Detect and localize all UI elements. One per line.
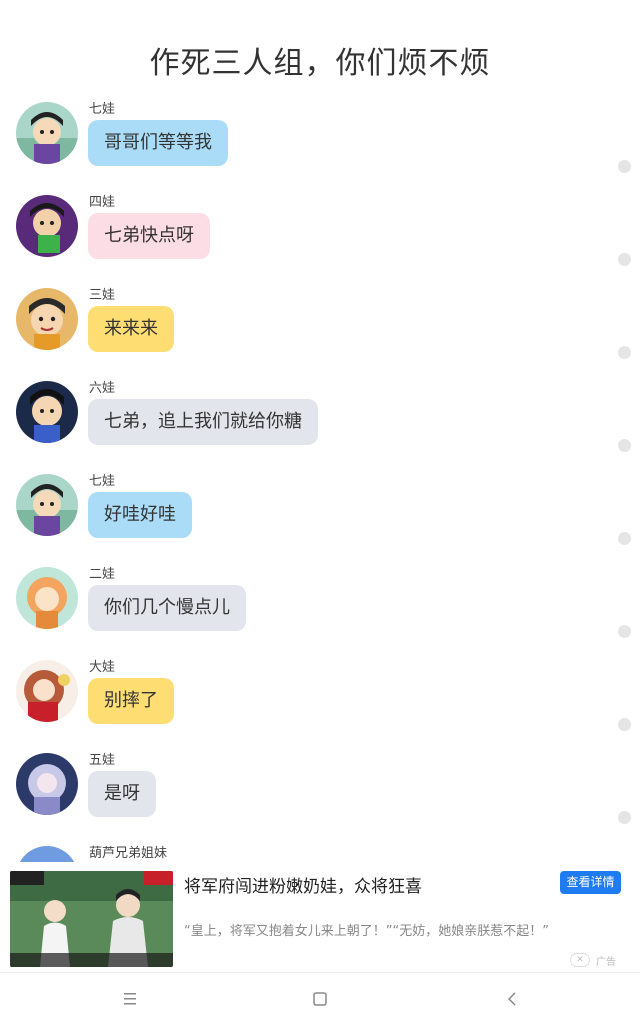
sender-name: 葫芦兄弟姐妹 <box>89 846 168 861</box>
system-nav-bar <box>0 972 640 1024</box>
menu-icon <box>124 993 136 1005</box>
home-square-icon <box>313 992 327 1006</box>
message-bubble[interactable]: 别摔了 <box>88 678 174 724</box>
close-icon[interactable]: ✕ <box>570 953 590 967</box>
scroll-dot <box>618 253 631 266</box>
message-bubble[interactable]: 来来来 <box>88 306 174 352</box>
scroll-dot <box>618 439 631 452</box>
home-button[interactable] <box>290 973 350 1024</box>
message-bubble[interactable]: 是呀 <box>88 771 156 817</box>
scroll-dot <box>618 625 631 638</box>
message-bubble[interactable]: 好哇好哇 <box>88 492 192 538</box>
dawa-avatar[interactable] <box>16 660 78 722</box>
sender-name: 五娃 <box>89 753 116 768</box>
message-row: 二娃 你们几个慢点儿 <box>0 563 600 643</box>
scroll-dot <box>618 160 631 173</box>
message-bubble[interactable]: 七弟，追上我们就给你糖 <box>88 399 318 445</box>
erwa-avatar[interactable] <box>16 567 78 629</box>
chat-page: 作死三人组，你们烦不烦 七娃 哥哥们等等我 四娃 七弟快点呀 三娃 来来来 六娃… <box>0 0 640 1024</box>
message-row: 五娃 是呀 <box>0 749 600 829</box>
menu-button[interactable] <box>100 973 160 1024</box>
ad-banner[interactable]: 将军府闯进粉嫩奶娃，众将狂喜 查看详情 “皇上，将军又抱着女儿来上朝了！”“无妨… <box>0 862 640 972</box>
ad-title[interactable]: 将军府闯进粉嫩奶娃，众将狂喜 <box>184 872 422 897</box>
view-details-button[interactable]: 查看详情 <box>560 871 621 894</box>
sender-name: 六娃 <box>89 381 116 396</box>
message-bubble[interactable]: 你们几个慢点儿 <box>88 585 246 631</box>
sender-name: 大娃 <box>89 660 116 675</box>
sender-name: 七娃 <box>89 102 116 117</box>
ad-thumbnail[interactable] <box>10 871 173 967</box>
sender-name: 七娃 <box>89 474 116 489</box>
wuwa-avatar[interactable] <box>16 753 78 815</box>
sender-name: 三娃 <box>89 288 116 303</box>
message-row: 四娃 七弟快点呀 <box>0 191 600 271</box>
sanwa-avatar[interactable] <box>16 288 78 350</box>
ad-description: “皇上，将军又抱着女儿来上朝了！”“无妨，她娘亲朕惹不起！” <box>184 924 549 939</box>
message-row: 七娃 哥哥们等等我 <box>0 98 600 178</box>
back-button[interactable] <box>482 973 542 1024</box>
page-title: 作死三人组，你们烦不烦 <box>149 46 491 81</box>
message-bubble[interactable]: 哥哥们等等我 <box>88 120 228 166</box>
liuwa-avatar[interactable] <box>16 381 78 443</box>
ad-label: 广告 <box>596 957 616 968</box>
sender-name: 二娃 <box>89 567 116 582</box>
message-row: 六娃 七弟，追上我们就给你糖 <box>0 377 600 457</box>
sender-name: 四娃 <box>89 195 116 210</box>
message-row: 三娃 来来来 <box>0 284 600 364</box>
message-bubble[interactable]: 七弟快点呀 <box>88 213 210 259</box>
message-row: 七娃 好哇好哇 <box>0 470 600 550</box>
back-chevron-icon <box>507 992 516 1006</box>
scroll-dot <box>618 718 631 731</box>
qiwa-avatar[interactable] <box>16 102 78 164</box>
scroll-dot <box>618 811 631 824</box>
message-row: 大娃 别摔了 <box>0 656 600 736</box>
scroll-dot <box>618 346 631 359</box>
scroll-dot <box>618 532 631 545</box>
qiwa-avatar[interactable] <box>16 474 78 536</box>
siwa-avatar[interactable] <box>16 195 78 257</box>
